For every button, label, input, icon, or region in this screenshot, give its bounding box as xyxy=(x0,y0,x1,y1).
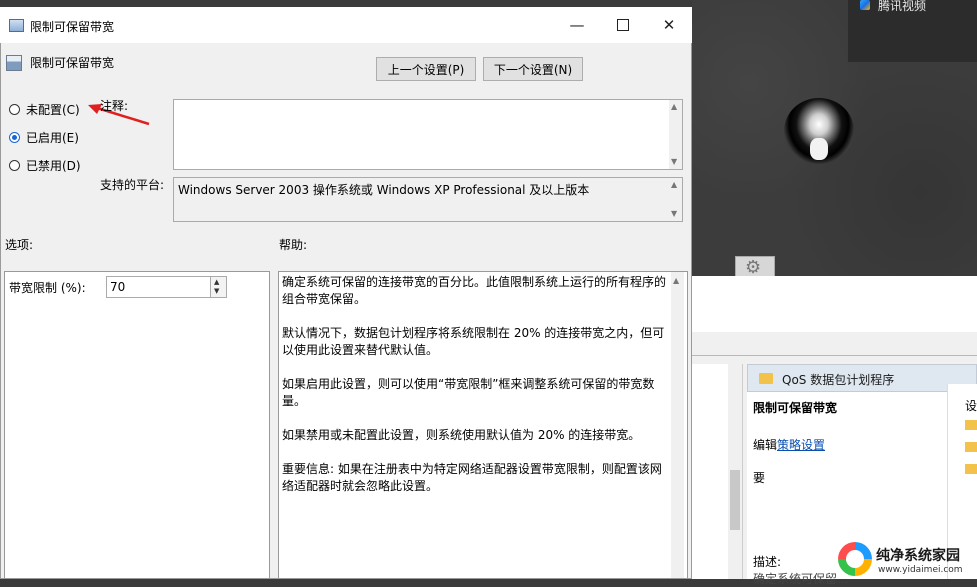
folder-icon xyxy=(759,373,773,384)
scroll-up-icon[interactable]: ▲ xyxy=(671,180,677,189)
scroll-up-icon[interactable]: ▲ xyxy=(673,276,679,285)
setting-icon xyxy=(6,55,22,71)
edit-policy-link[interactable]: 策略设置 xyxy=(777,438,825,452)
editor-settings-column-header[interactable]: 设 xyxy=(965,397,977,414)
video-app-icon[interactable] xyxy=(860,0,870,10)
next-setting-button[interactable]: 下一个设置(N) xyxy=(483,57,583,81)
radio-disabled-label[interactable]: 已禁用(D) xyxy=(26,157,81,174)
scroll-up-icon[interactable]: ▲ xyxy=(671,102,677,111)
desktop-blob-highlight xyxy=(810,138,828,160)
help-text: 确定系统可保留的连接带宽的百分比。此值限制系统上运行的所有程序的组合带宽保留。 … xyxy=(282,274,670,512)
help-paragraph: 默认情况下，数据包计划程序将系统限制在 20% 的连接带宽之内，但可以使用此设置… xyxy=(282,326,665,357)
minimize-button[interactable]: — xyxy=(554,7,600,43)
supported-platform-value: Windows Server 2003 操作系统或 Windows XP Pro… xyxy=(178,183,590,197)
edit-prefix: 编辑 xyxy=(753,438,778,452)
radio-enabled-label[interactable]: 已启用(E) xyxy=(26,129,79,146)
editor-pane-header-text: QoS 数据包计划程序 xyxy=(782,373,895,387)
policy-window-icon xyxy=(9,19,24,32)
help-scrollbar[interactable]: ▲ xyxy=(671,272,684,578)
dialog-title: 限制可保留带宽 xyxy=(30,20,115,34)
spin-down-icon[interactable]: ▼ xyxy=(214,287,219,295)
radio-disabled[interactable] xyxy=(9,160,20,171)
close-icon: ✕ xyxy=(662,16,676,34)
scroll-down-icon[interactable]: ▼ xyxy=(671,157,677,166)
close-button[interactable]: ✕ xyxy=(646,7,692,43)
watermark-logo-center xyxy=(846,550,864,568)
setting-heading: 限制可保留带宽 xyxy=(30,56,115,70)
comment-scrollbar[interactable]: ▲ ▼ xyxy=(669,100,682,169)
folder-icon[interactable] xyxy=(965,464,977,474)
radio-not-configured-label[interactable]: 未配置(C) xyxy=(26,101,80,118)
radio-enabled[interactable] xyxy=(9,132,20,143)
platform-scrollbar[interactable]: ▲ ▼ xyxy=(669,178,682,221)
supported-platform-label: 支持的平台: xyxy=(100,178,165,192)
previous-setting-button[interactable]: 上一个设置(P) xyxy=(376,57,476,81)
options-panel xyxy=(4,271,270,579)
comment-textarea[interactable] xyxy=(173,99,683,170)
bandwidth-spin-buttons[interactable]: ▲ ▼ xyxy=(210,277,226,297)
radio-not-configured[interactable] xyxy=(9,104,20,115)
comment-label: 注释: xyxy=(100,99,129,113)
maximize-icon xyxy=(617,19,629,31)
editor-requirements-label: 要 xyxy=(753,471,766,485)
editor-toolbar-area xyxy=(692,276,977,332)
help-paragraph: 如果启用此设置，则可以使用“带宽限制”框来调整系统可保留的带宽数量。 xyxy=(282,377,655,408)
help-paragraph: 重要信息: 如果在注册表中为特定网络适配器设置带宽限制，则配置该网络适配器时就会… xyxy=(282,462,662,493)
editor-description-label: 描述: xyxy=(753,555,782,569)
video-app-label[interactable]: 腾讯视频 xyxy=(878,0,926,14)
editor-setting-title: 限制可保留带宽 xyxy=(753,401,838,415)
folder-icon[interactable] xyxy=(965,420,977,430)
editor-edit-line: 编辑策略设置 xyxy=(753,436,825,453)
scroll-down-icon[interactable]: ▼ xyxy=(671,209,677,218)
editor-tree-scroll-thumb[interactable] xyxy=(730,470,740,530)
options-label: 选项: xyxy=(5,238,34,252)
bandwidth-limit-value[interactable]: 70 xyxy=(110,280,125,294)
maximize-button[interactable] xyxy=(600,7,646,43)
watermark-name: 纯净系统家园 xyxy=(876,548,960,564)
watermark-url: www.yidaimei.com xyxy=(878,565,963,575)
gear-icon: ⚙ xyxy=(745,257,762,278)
help-paragraph: 确定系统可保留的连接带宽的百分比。此值限制系统上运行的所有程序的组合带宽保留。 xyxy=(282,275,667,306)
folder-icon[interactable] xyxy=(965,442,977,452)
help-label: 帮助: xyxy=(279,238,308,252)
help-paragraph: 如果禁用或未配置此设置，则系统使用默认值为 20% 的连接带宽。 xyxy=(282,428,641,442)
bandwidth-limit-label: 带宽限制 (%): xyxy=(9,281,86,295)
spin-up-icon[interactable]: ▲ xyxy=(214,278,219,286)
minimize-icon: — xyxy=(569,16,585,34)
editor-divider xyxy=(692,355,977,356)
